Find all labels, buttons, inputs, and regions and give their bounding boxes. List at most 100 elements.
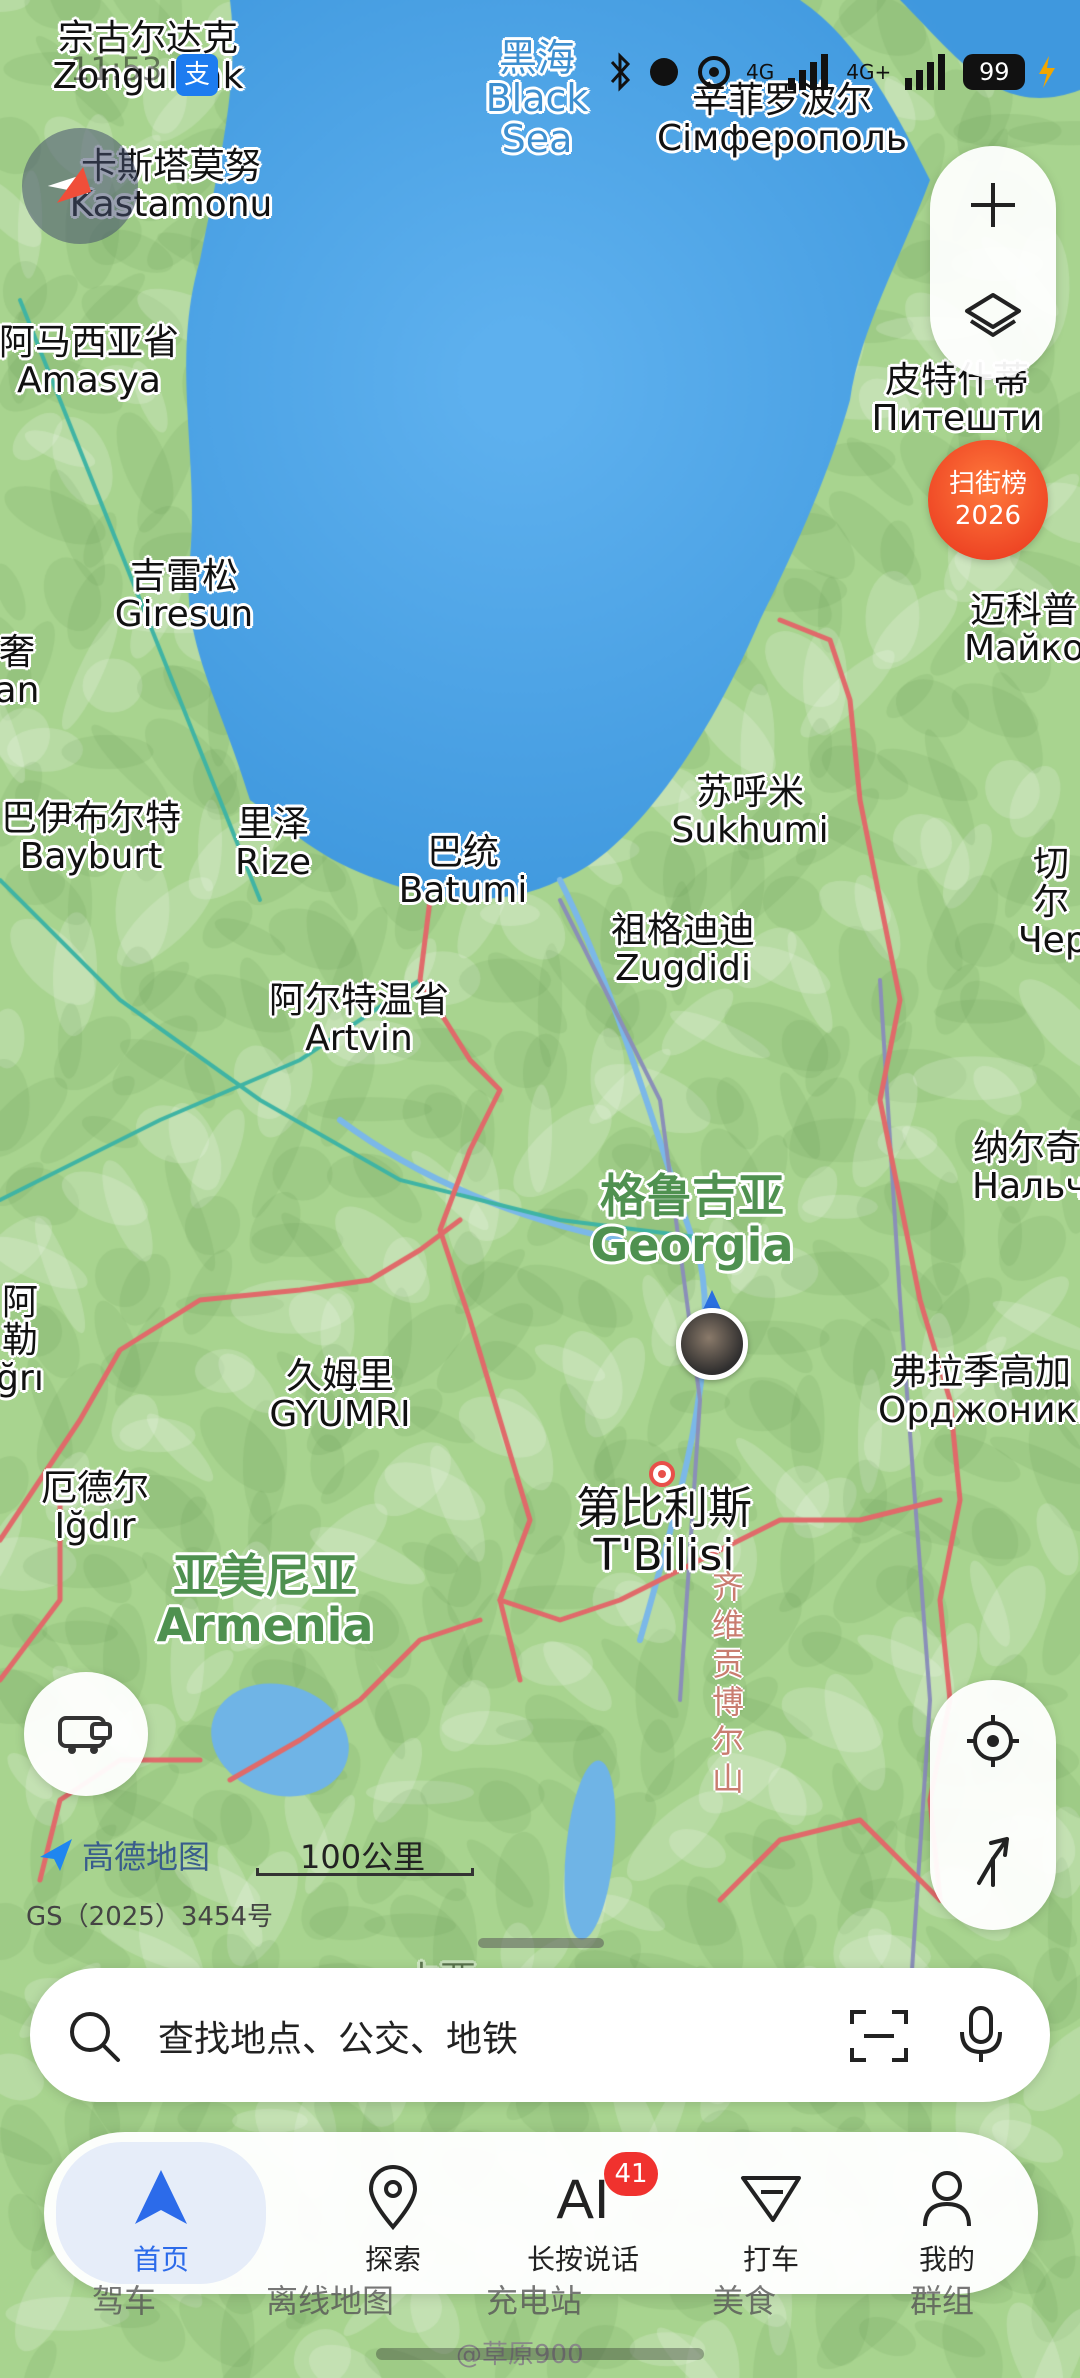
place-name-en: Amasya	[17, 360, 161, 402]
place-name-zh: 阿尔特温省	[268, 980, 449, 1021]
place-name-zh: 阿马西亚省	[0, 322, 179, 363]
place-name-zh: 奢	[0, 632, 35, 673]
tab-voice-ai[interactable]: AI 41 长按说话	[488, 2132, 678, 2294]
under-item-drive[interactable]: 驾车	[92, 2276, 156, 2322]
place-name-zh: 第比利斯	[576, 1483, 752, 1534]
place-name-zh: 吉雷松	[129, 556, 238, 597]
location-pin-icon	[368, 2165, 418, 2231]
place-name-zh: 切尔	[1032, 844, 1069, 924]
tab-label: 打车	[742, 2243, 799, 2276]
place-simferopol[interactable]: 辛菲罗波尔 Сімферополь	[644, 81, 920, 160]
vehicle-button[interactable]	[24, 1672, 148, 1796]
place-name-en: Питешти	[871, 398, 1043, 440]
place-left-edge[interactable]: 奢 an	[0, 632, 42, 710]
place-name-en: Орджоники	[878, 1390, 1080, 1432]
battery-icon: 99	[963, 54, 1026, 90]
search-input[interactable]: 查找地点、公交、地铁	[158, 2010, 518, 2062]
scale-bar	[256, 1868, 474, 1876]
avatar	[676, 1308, 748, 1380]
direction-button[interactable]	[930, 1806, 1056, 1916]
under-item-charging[interactable]: 充电站	[486, 2276, 582, 2322]
layers-button[interactable]	[930, 262, 1056, 372]
status-icons: 4G 4G+ 99	[608, 52, 1057, 92]
car-icon	[58, 1716, 112, 1754]
place-name-en: GYUMRI	[269, 1394, 411, 1436]
place-rize[interactable]: 里泽 Rize	[218, 805, 328, 884]
place-name-zh: 久姆里	[285, 1356, 394, 1397]
home-indicator[interactable]	[376, 2348, 704, 2360]
country-georgia[interactable]: 格鲁吉亚 Georgia	[572, 1172, 812, 1270]
alipay-icon: 支	[176, 54, 218, 96]
tab-explore[interactable]: 探索	[298, 2132, 488, 2294]
network-type-1: 4G	[746, 60, 775, 84]
place-name-en: Iğdır	[54, 1506, 136, 1548]
rank-badge-title: 扫街榜	[948, 469, 1027, 499]
locate-button[interactable]	[930, 1686, 1056, 1796]
mountain-label: 齐维贡博尔山	[711, 1568, 744, 1798]
under-item-offline-map[interactable]: 离线地图	[266, 2276, 394, 2322]
place-name-en: ğrı	[0, 1358, 44, 1400]
map-controls	[930, 146, 1056, 378]
taxi-icon	[741, 2176, 801, 2222]
drawer-handle[interactable]	[478, 1938, 604, 1948]
place-name-zh: 苏呼米	[695, 772, 804, 813]
compass-button[interactable]	[22, 128, 138, 244]
country-name-en: Georgia	[590, 1217, 794, 1272]
place-vladikavkaz[interactable]: 弗拉季高加 Орджоники	[878, 1353, 1080, 1432]
microphone-icon[interactable]	[956, 2004, 1006, 2066]
tab-home[interactable]: 首页	[56, 2142, 266, 2284]
place-name-zh: 巴伊布尔特	[0, 798, 181, 839]
place-name-en: Чер	[1018, 920, 1080, 962]
sea-name-zh: 黑海	[498, 36, 575, 80]
place-nalchik[interactable]: 纳尔奇 Нальч	[972, 1129, 1080, 1206]
place-bayburt[interactable]: 巴伊布尔特 Bayburt	[0, 798, 186, 876]
place-name-en: Сімферополь	[657, 118, 907, 160]
place-agri[interactable]: 阿勒 ğrı	[0, 1282, 50, 1400]
place-zugdidi[interactable]: 祖格迪迪 Zugdidi	[598, 911, 768, 990]
place-gyumri[interactable]: 久姆里 GYUMRI	[250, 1356, 430, 1436]
battery-level: 99	[978, 58, 1010, 86]
place-name-en: Artvin	[305, 1018, 413, 1060]
place-amasya[interactable]: 阿马西亚省 Amasya	[0, 322, 184, 402]
hd-icon	[650, 58, 678, 86]
place-name-en: Sukhumi	[671, 810, 829, 852]
under-item-food[interactable]: 美食	[712, 2276, 776, 2322]
country-armenia[interactable]: 亚美尼亚 Armenia	[140, 1552, 390, 1650]
bluetooth-icon	[610, 52, 631, 92]
country-name-zh: 亚美尼亚	[173, 1549, 357, 1603]
brand-name: 高德地图	[82, 1838, 211, 1876]
country-name-en: Armenia	[156, 1597, 374, 1652]
network-type-2: 4G+	[846, 60, 892, 84]
nfc-icon	[698, 56, 730, 88]
under-item-group[interactable]: 群组	[910, 2276, 974, 2322]
place-name-en: Zugdidi	[614, 948, 752, 990]
search-bar[interactable]: 查找地点、公交、地铁	[30, 1968, 1050, 2102]
tab-taxi[interactable]: 打车	[676, 2132, 866, 2294]
tab-profile[interactable]: 我的	[852, 2132, 1042, 2294]
route-arrow-icon	[977, 1837, 1009, 1887]
user-location-marker[interactable]	[672, 1286, 752, 1382]
scan-icon[interactable]	[848, 2006, 910, 2066]
place-sukhumi[interactable]: 苏呼米 Sukhumi	[662, 772, 838, 852]
street-rank-badge[interactable]: 扫街榜 2026	[928, 440, 1048, 560]
place-cherk[interactable]: 切尔 Чер	[1018, 844, 1080, 962]
sea-name-en1: Black	[485, 76, 589, 121]
place-maykop[interactable]: 迈科普 Майко	[964, 591, 1080, 668]
place-name-zh: 阿勒	[1, 1282, 38, 1362]
place-name-en: Batumi	[398, 870, 528, 912]
place-name-en: Rize	[234, 842, 312, 884]
tab-label: 探索	[364, 2243, 421, 2276]
location-controls	[930, 1680, 1056, 1930]
place-igdir[interactable]: 厄德尔 Iğdır	[30, 1469, 160, 1548]
place-tbilisi[interactable]: 第比利斯 T'Bilisi	[564, 1483, 764, 1579]
place-artvin[interactable]: 阿尔特温省 Artvin	[254, 980, 464, 1060]
navigation-arrow-icon	[135, 2170, 187, 2224]
place-pitesti[interactable]: 皮特什蒂 Питешти	[862, 361, 1052, 440]
place-name-zh: 巴统	[426, 832, 499, 873]
place-batumi[interactable]: 巴统 Batumi	[388, 832, 538, 912]
place-giresun[interactable]: 吉雷松 Giresun	[94, 556, 274, 634]
ai-icon: AI	[556, 2166, 610, 2230]
profile-icon	[923, 2171, 971, 2227]
zoom-in-button[interactable]	[930, 150, 1056, 260]
brand-logo: 高德地图	[36, 1832, 210, 1878]
